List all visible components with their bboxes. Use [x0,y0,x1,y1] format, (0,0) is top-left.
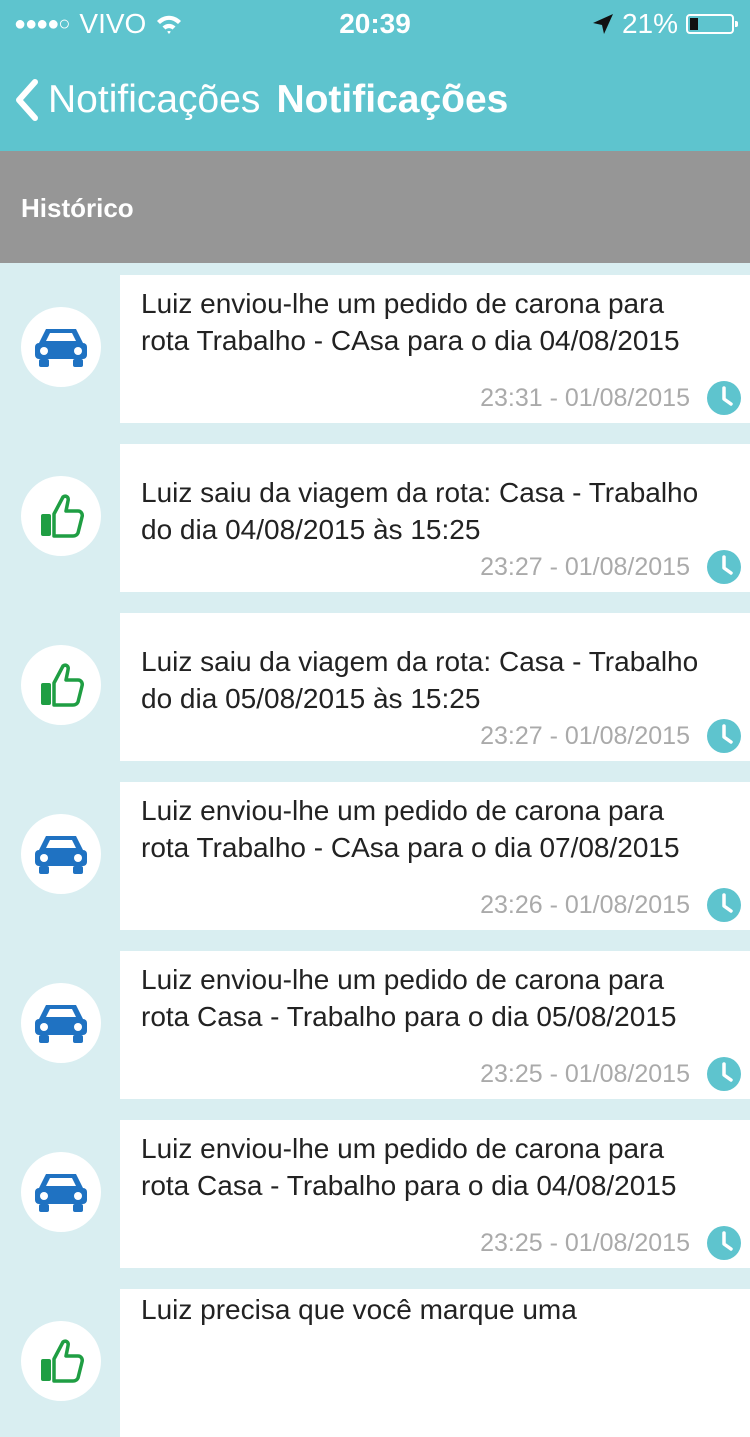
notification-timestamp: 23:27 - 01/08/2015 [480,721,690,750]
notification-meta: 23:31 - 01/08/2015 [480,380,742,416]
notification-item[interactable]: Luiz precisa que você marque uma [0,1289,750,1437]
notification-message: Luiz precisa que você marque uma [141,1294,577,1325]
notification-card[interactable]: Luiz enviou-lhe um pedido de carona para… [120,951,750,1099]
car-icon [21,307,101,387]
navigation-bar: Notificações Notificações [0,70,750,130]
notification-card[interactable]: Luiz saiu da viagem da rota: Casa - Trab… [120,444,750,592]
notification-timestamp: 23:27 - 01/08/2015 [480,552,690,581]
notification-message: Luiz enviou-lhe um pedido de carona para… [141,1133,677,1201]
location-arrow-icon [592,14,613,34]
thumbs-up-icon [21,1321,101,1401]
clock-icon [707,1057,741,1091]
notification-card[interactable]: Luiz enviou-lhe um pedido de carona para… [120,1120,750,1268]
notification-item[interactable]: Luiz enviou-lhe um pedido de carona para… [0,275,750,423]
status-right: 21% [592,8,738,40]
notification-message: Luiz enviou-lhe um pedido de carona para… [141,795,680,863]
notification-message: Luiz enviou-lhe um pedido de carona para… [141,288,680,356]
battery-percent: 21% [621,8,678,39]
notification-timestamp: 23:31 - 01/08/2015 [480,383,690,412]
notification-item[interactable]: Luiz enviou-lhe um pedido de carona para… [0,1120,750,1268]
notification-item[interactable]: Luiz saiu da viagem da rota: Casa - Trab… [0,613,750,761]
notification-message: Luiz saiu da viagem da rota: Casa - Trab… [141,646,699,714]
notification-item[interactable]: Luiz saiu da viagem da rota: Casa - Trab… [0,444,750,592]
notification-timestamp: 23:26 - 01/08/2015 [480,890,690,919]
history-section-header: Histórico [0,151,750,263]
notification-timestamp: 23:25 - 01/08/2015 [480,1059,690,1088]
notification-item[interactable]: Luiz enviou-lhe um pedido de carona para… [0,951,750,1099]
notification-message: Luiz saiu da viagem da rota: Casa - Trab… [141,477,699,545]
page-title: Notificações [276,78,509,121]
notification-timestamp: 23:25 - 01/08/2015 [480,1228,690,1257]
notification-meta: 23:26 - 01/08/2015 [480,887,742,923]
status-bar: ●●●●○ VIVO 20:39 21% [0,0,750,48]
thumbs-up-icon [21,476,101,556]
thumbs-up-icon [21,645,101,725]
car-icon [21,814,101,894]
notification-card[interactable]: Luiz precisa que você marque uma [120,1289,750,1437]
clock-icon [707,1226,741,1260]
notification-meta: 23:25 - 01/08/2015 [480,1225,742,1261]
back-button[interactable]: Notificações [14,78,260,122]
history-section-title: Histórico [21,193,134,223]
notification-card[interactable]: Luiz enviou-lhe um pedido de carona para… [120,275,750,423]
car-icon [21,983,101,1063]
back-button-label: Notificações [48,78,261,121]
clock-icon [707,719,741,753]
notification-card[interactable]: Luiz enviou-lhe um pedido de carona para… [120,782,750,930]
chevron-left-icon [16,79,38,121]
notification-meta: 23:27 - 01/08/2015 [480,718,742,754]
notification-item[interactable]: Luiz enviou-lhe um pedido de carona para… [0,782,750,930]
notification-meta: 23:27 - 01/08/2015 [480,549,742,585]
car-icon [21,1152,101,1232]
notification-message: Luiz enviou-lhe um pedido de carona para… [141,964,677,1032]
notification-meta: 23:25 - 01/08/2015 [480,1056,742,1092]
clock-icon [707,888,741,922]
clock-icon [707,550,741,584]
notification-card[interactable]: Luiz saiu da viagem da rota: Casa - Trab… [120,613,750,761]
battery-icon [686,14,738,34]
app-header: ●●●●○ VIVO 20:39 21% Notificações Notifi… [0,0,750,151]
clock-icon [707,381,741,415]
battery-level [690,18,698,30]
